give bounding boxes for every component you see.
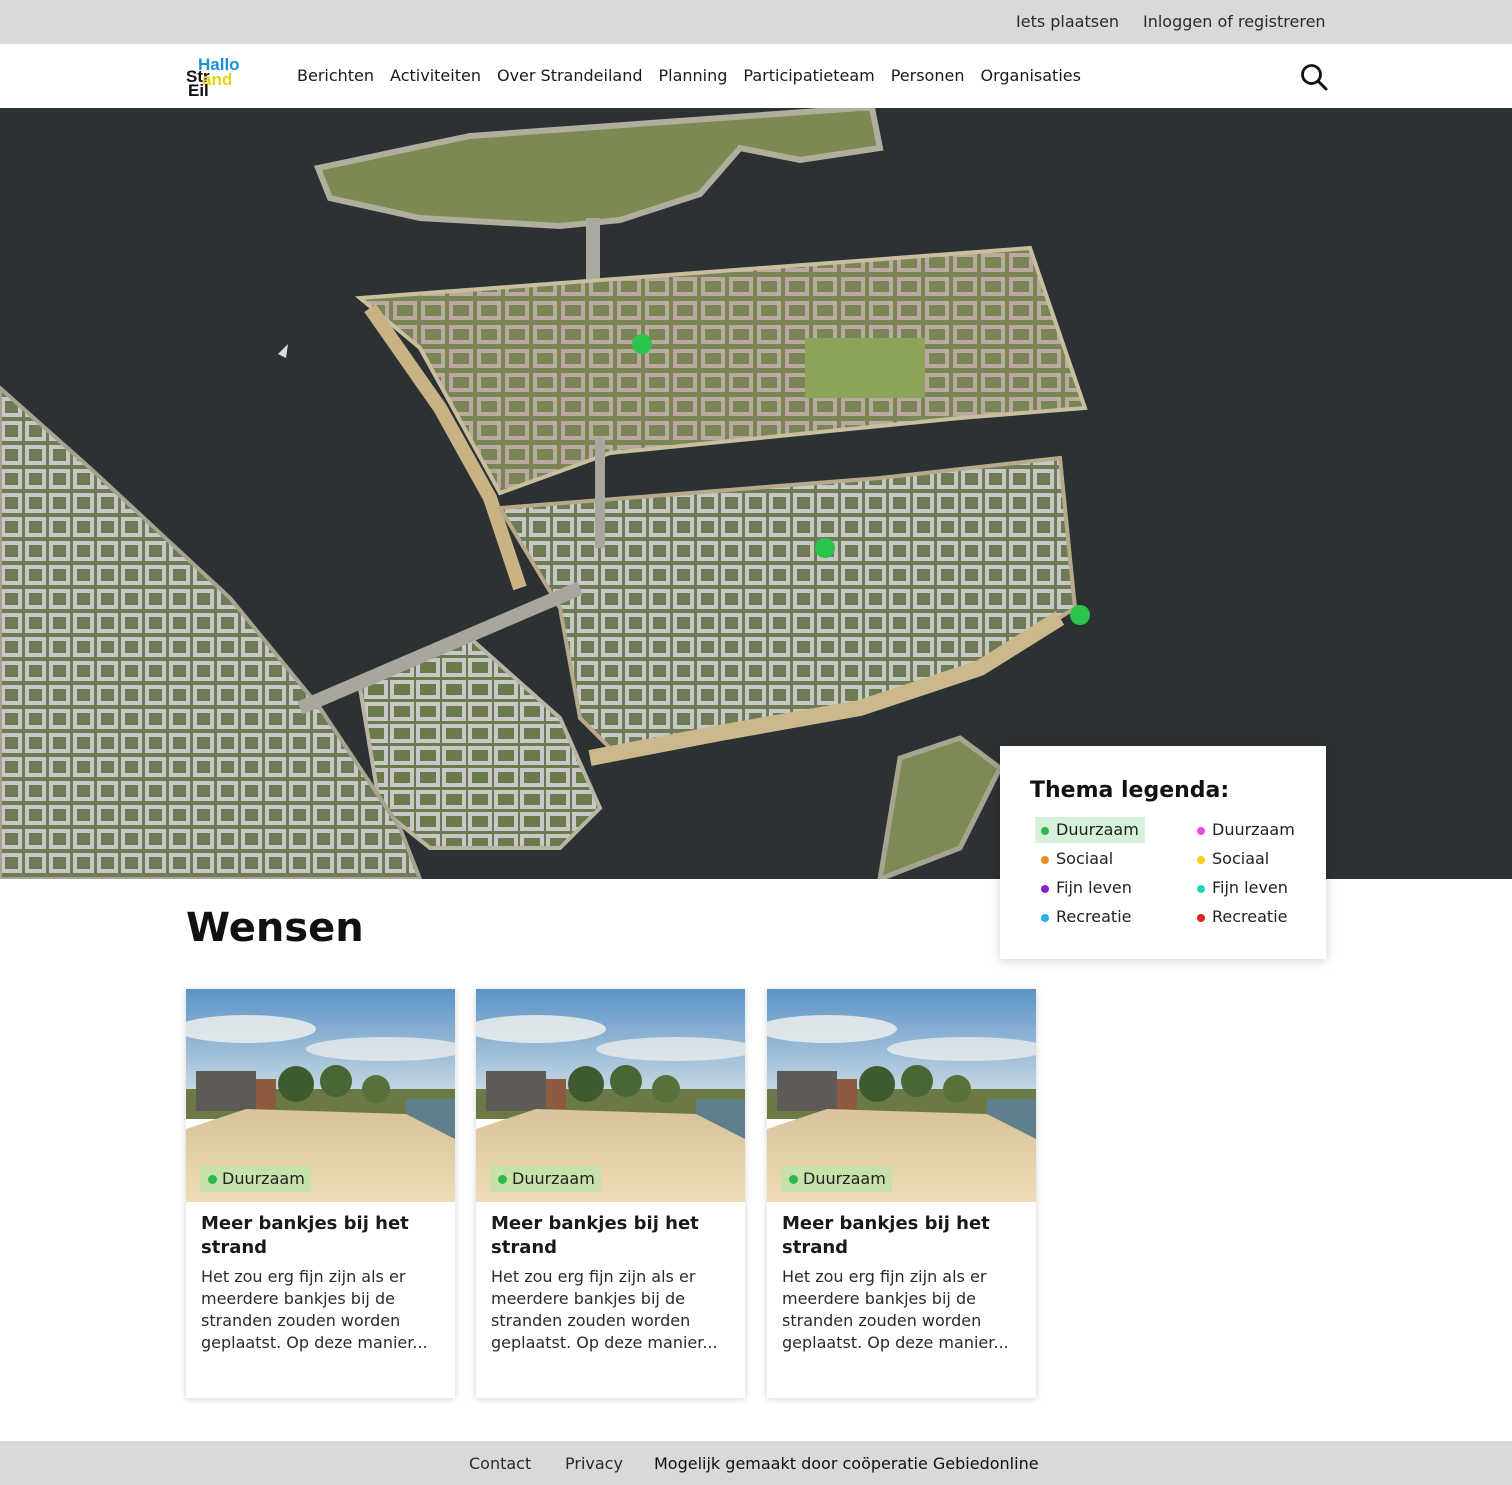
badge-label: Duurzaam — [803, 1169, 886, 1188]
site-header: Hallo Str and Eil Berichten Activiteiten… — [0, 44, 1512, 108]
green-dot-icon — [208, 1175, 217, 1184]
post-something-link[interactable]: Iets plaatsen — [1016, 12, 1119, 31]
yellow-dot-icon — [1197, 856, 1205, 864]
purple-dot-icon — [1041, 885, 1049, 893]
orange-dot-icon — [1041, 856, 1049, 864]
footer-privacy-link[interactable]: Privacy — [565, 1454, 623, 1473]
badge-label: Duurzaam — [512, 1169, 595, 1188]
legend-label: Fijn leven — [1212, 878, 1288, 897]
legend-item-sociaal-2[interactable]: Sociaal — [1191, 846, 1275, 872]
wish-card[interactable]: Duurzaam Meer bankjes bij het strand Het… — [767, 989, 1036, 1398]
footer-contact-link[interactable]: Contact — [469, 1454, 531, 1473]
legend-label: Fijn leven — [1056, 878, 1132, 897]
map-marker[interactable] — [632, 334, 652, 354]
nav-item-planning[interactable]: Planning — [658, 66, 727, 85]
green-dot-icon — [789, 1175, 798, 1184]
blue-dot-icon — [1041, 914, 1049, 922]
footer-credit: Mogelijk gemaakt door coöperatie Gebiedo… — [654, 1454, 1039, 1473]
nav-item-berichten[interactable]: Berichten — [297, 66, 374, 85]
card-excerpt: Het zou erg fijn zijn als er meerdere ba… — [201, 1267, 428, 1352]
card-excerpt: Het zou erg fijn zijn als er meerdere ba… — [491, 1267, 718, 1352]
theme-legend: Thema legenda: Duurzaam Duurzaam Sociaal… — [1000, 746, 1326, 959]
legend-item-recreatie-1[interactable]: Recreatie — [1035, 904, 1137, 930]
card-title: Meer bankjes bij het strand — [782, 1213, 990, 1258]
legend-item-fijn-leven-1[interactable]: Fijn leven — [1035, 875, 1138, 901]
nav-item-organisaties[interactable]: Organisaties — [980, 66, 1080, 85]
red-dot-icon — [1197, 914, 1205, 922]
wish-card[interactable]: Duurzaam Meer bankjes bij het strand Het… — [476, 989, 745, 1398]
card-excerpt: Het zou erg fijn zijn als er meerdere ba… — [782, 1267, 1009, 1352]
legend-item-recreatie-2[interactable]: Recreatie — [1191, 904, 1293, 930]
main-nav: Berichten Activiteiten Over Strandeiland… — [297, 66, 1097, 85]
map-marker[interactable] — [815, 538, 835, 558]
section-title: Wensen — [186, 905, 364, 951]
theme-badge: Duurzaam — [781, 1166, 892, 1192]
legend-label: Recreatie — [1212, 907, 1288, 926]
logo-line-3: Eil — [188, 81, 209, 100]
legend-label: Duurzaam — [1056, 820, 1139, 839]
map-marker[interactable] — [1070, 605, 1090, 625]
legend-item-sociaal-1[interactable]: Sociaal — [1035, 846, 1119, 872]
legend-label: Recreatie — [1056, 907, 1132, 926]
teal-dot-icon — [1197, 885, 1205, 893]
card-title: Meer bankjes bij het strand — [491, 1213, 699, 1258]
nav-item-personen[interactable]: Personen — [891, 66, 965, 85]
card-title: Meer bankjes bij het strand — [201, 1213, 409, 1258]
wish-card[interactable]: Duurzaam Meer bankjes bij het strand Het… — [186, 989, 455, 1398]
search-icon — [1301, 64, 1328, 91]
search-button[interactable] — [1299, 62, 1329, 92]
legend-item-duurzaam-2[interactable]: Duurzaam — [1191, 817, 1301, 843]
legend-item-fijn-leven-2[interactable]: Fijn leven — [1191, 875, 1294, 901]
login-register-link[interactable]: Inloggen of registreren — [1143, 12, 1326, 31]
legend-item-duurzaam-1[interactable]: Duurzaam — [1035, 817, 1145, 843]
site-logo[interactable]: Hallo Str and Eil — [186, 56, 250, 100]
theme-badge: Duurzaam — [200, 1166, 311, 1192]
nav-item-over-strandeiland[interactable]: Over Strandeiland — [497, 66, 643, 85]
site-footer: Contact Privacy Mogelijk gemaakt door co… — [0, 1441, 1512, 1485]
pink-dot-icon — [1197, 827, 1205, 835]
utility-bar: Iets plaatsen Inloggen of registreren — [0, 0, 1512, 44]
legend-label: Sociaal — [1056, 849, 1114, 868]
badge-label: Duurzaam — [222, 1169, 305, 1188]
legend-label: Duurzaam — [1212, 820, 1295, 839]
green-dot-icon — [1041, 827, 1049, 835]
nav-item-participatieteam[interactable]: Participatieteam — [743, 66, 874, 85]
theme-badge: Duurzaam — [490, 1166, 601, 1192]
legend-title: Thema legenda: — [1030, 778, 1230, 803]
nav-item-activiteiten[interactable]: Activiteiten — [390, 66, 481, 85]
green-dot-icon — [498, 1175, 507, 1184]
legend-label: Sociaal — [1212, 849, 1270, 868]
